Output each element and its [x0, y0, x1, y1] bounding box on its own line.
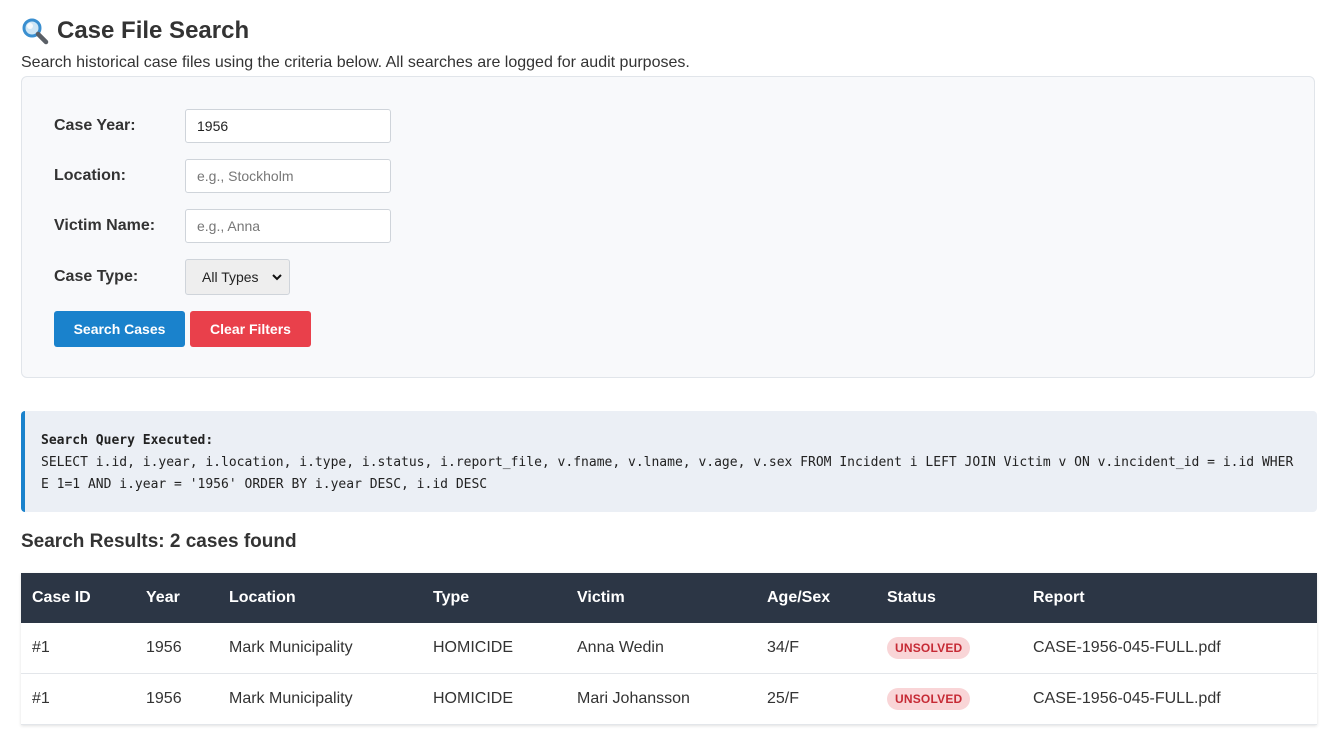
magnifier-icon	[21, 17, 49, 45]
column-header: Victim	[566, 573, 756, 623]
page-subtitle: Search historical case files using the c…	[21, 54, 690, 71]
case-type-selected-value: All Types	[202, 269, 259, 285]
case-type-label: Case Type:	[54, 268, 139, 285]
age-sex-cell: 34/F	[756, 623, 876, 674]
case-id-cell: #1	[21, 623, 135, 674]
results-table: Case ID Year Location Type Victim Age/Se…	[21, 573, 1317, 725]
table-row: #1 1956 Mark Municipality HOMICIDE Anna …	[21, 623, 1317, 674]
column-header: Location	[218, 573, 422, 623]
case-file-search-page: Case File Search Search historical case …	[0, 0, 1337, 746]
status-cell: UNSOLVED	[876, 673, 1022, 725]
search-cases-button[interactable]: Search Cases	[54, 311, 185, 347]
case-year-label: Case Year:	[54, 117, 136, 134]
type-cell: HOMICIDE	[422, 623, 566, 674]
case-type-row: Case Type: All Types	[54, 259, 290, 295]
column-header: Type	[422, 573, 566, 623]
location-cell: Mark Municipality	[218, 623, 422, 674]
year-cell: 1956	[135, 623, 218, 674]
victim-cell: Anna Wedin	[566, 623, 756, 674]
report-cell: CASE-1956-045-FULL.pdf	[1022, 623, 1317, 674]
case-year-row: Case Year:	[54, 109, 391, 143]
page-title-container: Case File Search	[21, 15, 249, 47]
type-cell: HOMICIDE	[422, 673, 566, 725]
victim-name-row: Victim Name:	[54, 209, 391, 243]
executed-query-box: Search Query Executed: SELECT i.id, i.ye…	[21, 411, 1317, 512]
results-heading: Search Results: 2 cases found	[21, 531, 297, 552]
location-cell: Mark Municipality	[218, 673, 422, 725]
status-cell: UNSOLVED	[876, 623, 1022, 674]
table-row: #1 1956 Mark Municipality HOMICIDE Mari …	[21, 673, 1317, 725]
clear-filters-button[interactable]: Clear Filters	[190, 311, 311, 347]
page-title: Case File Search	[57, 17, 250, 44]
age-sex-cell: 25/F	[756, 673, 876, 725]
location-input[interactable]	[185, 159, 391, 193]
report-cell: CASE-1956-045-FULL.pdf	[1022, 673, 1317, 725]
victim-name-input[interactable]	[185, 209, 391, 243]
query-sql-text: SELECT i.id, i.year, i.location, i.type,…	[41, 455, 1294, 492]
form-actions: Search Cases Clear Filters	[54, 311, 311, 347]
status-badge: UNSOLVED	[887, 688, 971, 710]
case-id-cell: #1	[21, 673, 135, 725]
victim-name-label: Victim Name:	[54, 217, 156, 234]
victim-cell: Mari Johansson	[566, 673, 756, 725]
column-header: Status	[876, 573, 1022, 623]
column-header: Report	[1022, 573, 1317, 623]
chevron-down-icon	[271, 271, 283, 283]
column-header: Case ID	[21, 573, 135, 623]
year-cell: 1956	[135, 673, 218, 725]
location-label: Location:	[54, 167, 126, 184]
column-header: Age/Sex	[756, 573, 876, 623]
case-type-select[interactable]: All Types	[185, 259, 290, 295]
search-form-panel: Case Year: Location: Victim Name: Case T…	[21, 76, 1315, 378]
status-badge: UNSOLVED	[887, 637, 971, 659]
query-label: Search Query Executed:	[41, 433, 214, 448]
column-header: Year	[135, 573, 218, 623]
case-year-input[interactable]	[185, 109, 391, 143]
table-header-row: Case ID Year Location Type Victim Age/Se…	[21, 573, 1317, 623]
location-row: Location:	[54, 159, 391, 193]
